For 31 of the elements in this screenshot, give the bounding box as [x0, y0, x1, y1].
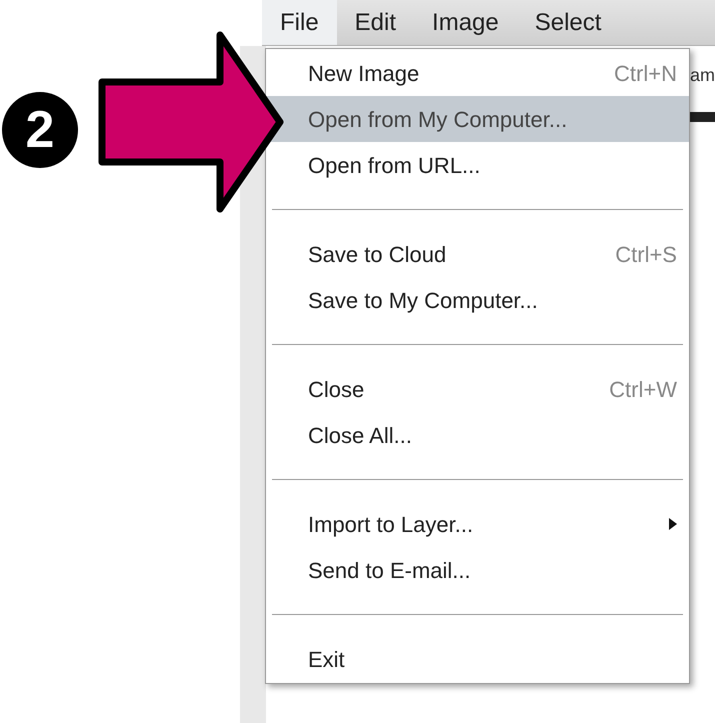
menu-bar-item[interactable]: Select	[516, 0, 620, 45]
menu-bar-item[interactable]: Image	[414, 0, 517, 45]
pointer-arrow-icon	[98, 30, 284, 214]
step-number: 2	[26, 104, 54, 156]
menu-item[interactable]: Import to Layer...	[266, 501, 689, 547]
shortcut-label: Ctrl+N	[614, 60, 677, 88]
menu-bar-item[interactable]: File	[262, 0, 337, 45]
menu-item-label: Open from URL...	[308, 152, 480, 180]
menu-item-label: Save to My Computer...	[308, 286, 538, 315]
menu-item[interactable]: Close Ctrl+W	[266, 366, 689, 412]
menu-item[interactable]: Send to E-mail...	[266, 547, 689, 593]
menu-item[interactable]: Save to Cloud Ctrl+S	[266, 231, 689, 277]
menu-item[interactable]: New Image Ctrl+N	[266, 50, 689, 96]
menu-item-label: Import to Layer...	[308, 510, 474, 539]
menu-item-label: Close All...	[308, 422, 412, 450]
menu-bar-item[interactable]: Edit	[336, 0, 414, 45]
menu-item-label: Exit	[308, 646, 345, 674]
menu-item-label: Send to E-mail...	[308, 556, 471, 584]
menu-item[interactable]: Close All...	[266, 412, 689, 458]
menu-item-label: Close	[308, 376, 364, 404]
menu-item-label: Save to Cloud	[308, 240, 446, 268]
menu-item-label: New Image	[308, 60, 420, 88]
background-text: am	[690, 64, 715, 87]
menu-item-label: Open from My Computer...	[308, 106, 568, 134]
menu-item[interactable]: Open from URL...	[266, 142, 689, 188]
menu-item[interactable]: Open from My Computer...	[266, 96, 689, 142]
menu-item[interactable]: Save to My Computer...	[266, 277, 689, 323]
menu-item[interactable]: Exit	[266, 636, 689, 682]
shortcut-label: Ctrl+S	[615, 240, 677, 268]
shortcut-label: Ctrl+W	[609, 376, 677, 404]
background-bar	[690, 112, 715, 122]
